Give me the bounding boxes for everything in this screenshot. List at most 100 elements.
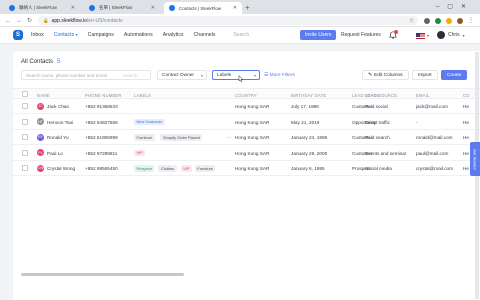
more-labels-indicator[interactable]: ...: [227, 134, 231, 140]
table-row[interactable]: RY Ronald Yu +852 61906899 Furniture Shopify…: [13, 130, 480, 145]
url-host: app.sleekflow.io: [51, 17, 87, 24]
row-checkbox[interactable]: [22, 134, 28, 140]
select-label: Labels: [217, 72, 232, 78]
new-tab-icon[interactable]: +: [245, 3, 250, 12]
birthday-cell: May 21, 2019: [291, 119, 320, 125]
url-field[interactable]: 🔒 app.sleekflow.io /en-US/contacts ☆: [38, 16, 418, 25]
avatar: RY: [37, 133, 44, 141]
close-tab-icon[interactable]: ✕: [151, 5, 155, 11]
nav-automations[interactable]: Automations: [124, 32, 153, 38]
row-checkbox[interactable]: [22, 118, 28, 125]
nav-contacts[interactable]: Contacts ▾: [54, 32, 78, 38]
phone-cell: +852 64827655: [85, 119, 118, 125]
label-tag: Prospect: [134, 165, 155, 172]
phone-cell: +852 97299811: [85, 150, 118, 156]
user-menu[interactable]: Chris ▾: [437, 31, 465, 39]
invite-users-button[interactable]: Invite Users: [300, 30, 337, 40]
birthday-cell: January 24, 1996: [291, 135, 328, 140]
global-search-input[interactable]: Search: [233, 32, 249, 38]
chevron-down-icon[interactable]: ▾: [427, 33, 429, 38]
column-header[interactable]: LABELS: [134, 93, 151, 98]
edit-columns-label: Edit Columns: [374, 72, 403, 78]
table-row[interactable]: JC Jack Chan +852 91368633 Hong Kong SAR Jul…: [13, 99, 480, 114]
extension-icon[interactable]: [435, 17, 441, 24]
page-title-text: All Contacts: [21, 59, 54, 65]
contact-name-link[interactable]: Ronald Yu: [47, 135, 69, 140]
pencil-icon: ✎: [368, 72, 373, 78]
table-row[interactable]: PL Paul Lo +852 97299811 VIP Hong Kong SAR Ja…: [13, 146, 480, 161]
birthday-cell: July 17, 1996: [291, 104, 319, 109]
contact-name-link[interactable]: Paul Lo: [47, 151, 63, 156]
extension-icons: ⋮: [424, 17, 474, 24]
browser-menu-icon[interactable]: ⋮: [468, 17, 474, 24]
labels-select[interactable]: Labels ▾: [212, 70, 260, 80]
import-button[interactable]: Import: [412, 70, 438, 80]
avatar: PL: [37, 149, 44, 156]
column-header[interactable]: CO: [463, 93, 470, 98]
row-checkbox[interactable]: [22, 165, 28, 171]
window-controls[interactable]: –▢✕: [436, 3, 474, 10]
create-button[interactable]: Create: [441, 70, 468, 80]
bookmark-star-icon[interactable]: ☆: [409, 18, 414, 24]
select-all-checkbox[interactable]: [22, 91, 28, 97]
contact-owner-select[interactable]: Contact Owner ▾: [157, 70, 207, 80]
table-row[interactable]: CW Crystal Wong +852 98565450 Prospect Cloth…: [13, 161, 480, 176]
us-flag-icon[interactable]: [416, 33, 425, 39]
notification-bell-icon[interactable]: [389, 30, 398, 39]
extension-icon[interactable]: [424, 17, 430, 24]
edit-columns-button[interactable]: ✎ Edit Columns: [362, 70, 409, 80]
app-top-nav: S Inbox Contacts ▾ Campaigns Automations…: [0, 27, 480, 44]
country-cell: Hong Kong SAR: [235, 150, 270, 156]
logo-letter: S: [15, 32, 20, 38]
nav-campaigns[interactable]: Campaigns: [88, 32, 114, 38]
row-checkbox[interactable]: [22, 149, 28, 156]
profile-avatar-icon[interactable]: [457, 17, 463, 24]
user-name: Chris: [448, 32, 460, 38]
column-header[interactable]: PHONE NUMBER: [85, 93, 122, 98]
chevron-down-icon: ▾: [253, 72, 256, 78]
email-cell: crystal@mail.com: [416, 166, 454, 171]
label-tag: Clothes: [158, 165, 177, 172]
column-header[interactable]: NAME: [37, 93, 50, 98]
column-header[interactable]: BIRTHDAY DATE: [291, 93, 326, 98]
contact-name-link[interactable]: Jack Chan: [47, 104, 69, 109]
table-row[interactable]: HT Henoon Tsai +852 64827655 New Customer Ho…: [13, 115, 480, 130]
column-header[interactable]: EMAIL: [416, 93, 430, 98]
email-cell: -: [416, 119, 418, 125]
column-header[interactable]: COUNTRY: [235, 93, 257, 98]
birthday-cell: January 29, 2000: [291, 150, 328, 156]
email-cell: ronald@mail.com: [416, 135, 453, 140]
column-header[interactable]: LEAD SOURCE: [365, 93, 397, 98]
browser-tab[interactable]: 聯絡人 | SleekFlow ✕: [4, 2, 80, 14]
browser-tab-active[interactable]: Contacts | SleekFlow ✕: [164, 2, 242, 14]
more-filters-link[interactable]: ☰ More Filters: [264, 73, 295, 78]
get-started-side-tab[interactable]: Get Started: [470, 142, 480, 176]
contact-name-link[interactable]: Henoon Tsai: [47, 120, 73, 125]
search-button[interactable]: Search: [123, 73, 138, 78]
chevron-down-icon: ▾: [75, 32, 78, 37]
extension-icon[interactable]: [446, 17, 452, 24]
mouse-cursor-icon: [238, 75, 244, 82]
close-tab-icon[interactable]: ✕: [233, 5, 237, 11]
row-checkbox[interactable]: [22, 103, 28, 109]
more-filters-label: More Filters: [269, 72, 295, 78]
nav-inbox[interactable]: Inbox: [31, 32, 44, 38]
label-tag: Shopify Order Placed: [160, 134, 203, 141]
sleekflow-favicon-icon: [89, 5, 95, 11]
contacts-panel: All Contacts 5 Search name, phone number …: [13, 51, 480, 300]
label-tag: VIP: [180, 165, 193, 172]
nav-analytics[interactable]: Analytics: [163, 32, 184, 38]
lead-source-cell: Events and seminar: [365, 150, 407, 156]
contact-name-link[interactable]: Crystal Wong: [47, 166, 75, 171]
sleekflow-logo[interactable]: S: [13, 30, 23, 40]
label-tag: Furniture: [134, 134, 155, 141]
request-features-link[interactable]: Request Features: [341, 32, 381, 38]
horizontal-scrollbar[interactable]: [21, 273, 184, 276]
browser-tab[interactable]: 名單 | SleekFlow ✕: [84, 2, 160, 14]
nav-channels[interactable]: Channels: [194, 32, 216, 38]
label-tag: Furniture: [194, 165, 216, 172]
browser-nav-icons[interactable]: ←→↻: [5, 17, 37, 24]
browser-address-bar: ←→↻ 🔒 app.sleekflow.io /en-US/contacts ☆…: [0, 14, 480, 27]
country-cell: Hong Kong SAR: [235, 135, 270, 140]
close-tab-icon[interactable]: ✕: [71, 5, 75, 11]
